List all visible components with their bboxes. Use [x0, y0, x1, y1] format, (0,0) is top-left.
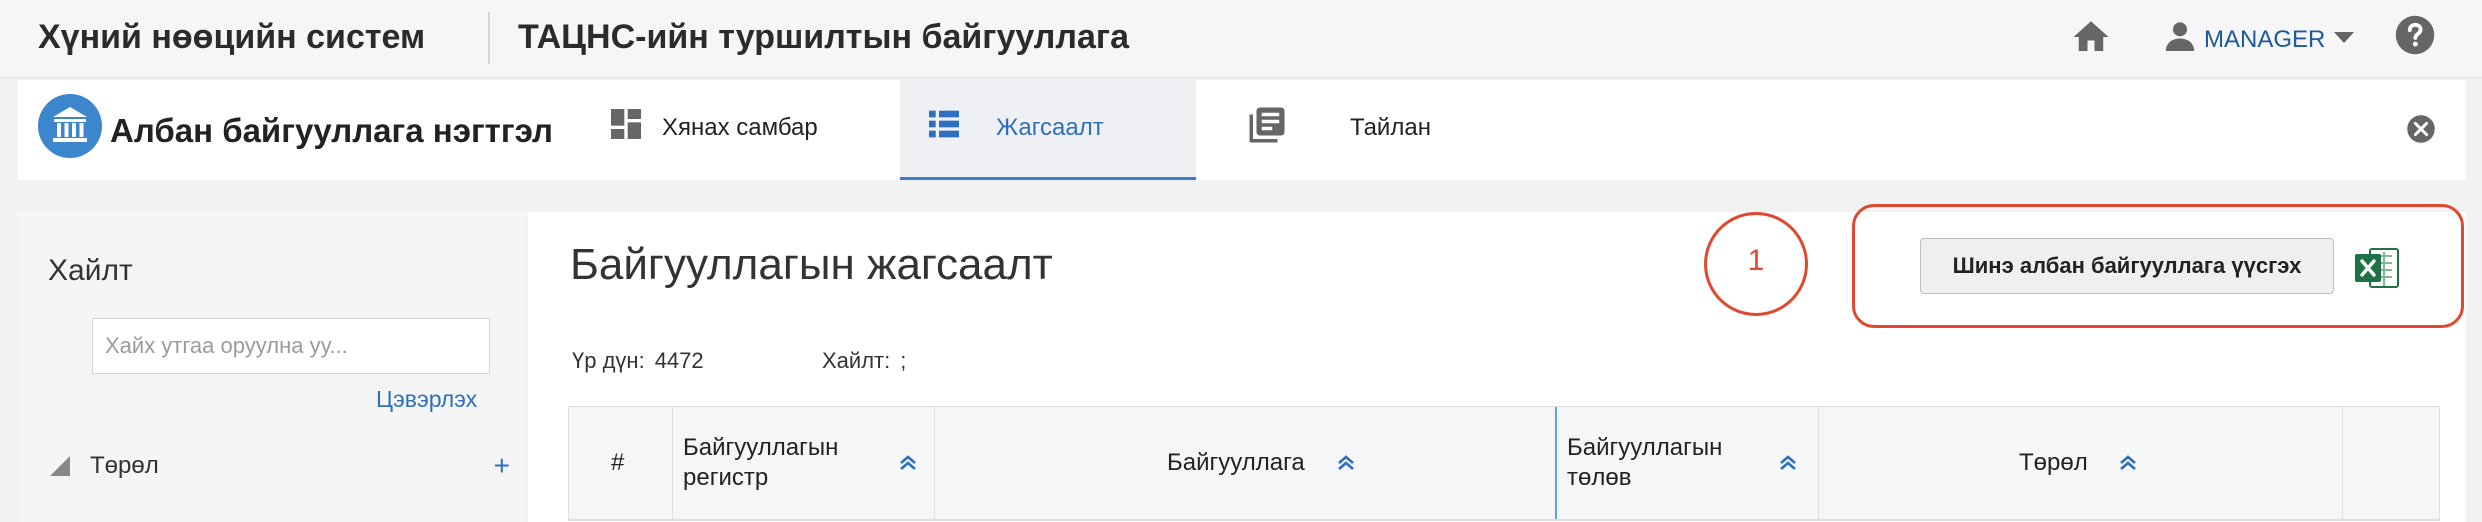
system-title: Хүний нөөцийн систем	[38, 18, 426, 56]
column-label: Байгууллагын регистр	[683, 434, 839, 491]
tab-dashboard-label: Хянах самбар	[662, 114, 818, 141]
home-icon[interactable]	[2070, 16, 2112, 58]
add-type-button[interactable]: +	[494, 450, 510, 482]
close-icon[interactable]	[2406, 114, 2436, 144]
institution-icon	[38, 94, 102, 158]
filter-sidebar: Хайлт Цэвэрлэх Төрөл +	[18, 212, 526, 522]
search-summary-label: Хайлт:	[822, 348, 891, 373]
header-divider	[488, 12, 490, 64]
column-label: #	[611, 449, 625, 476]
search-summary: Хайлт:;	[822, 348, 906, 374]
column-label: Төрөл	[2019, 449, 2088, 476]
excel-export-icon[interactable]	[2354, 246, 2400, 290]
tab-list[interactable]: Жагсаалт	[900, 80, 1196, 180]
column-header-status[interactable]: Байгууллагын төлөв	[1557, 407, 1819, 519]
column-header-organization[interactable]: Байгууллага	[935, 407, 1557, 519]
column-header-type[interactable]: Төрөл	[1819, 407, 2343, 519]
column-header-actions	[2343, 407, 2439, 519]
user-icon[interactable]	[2160, 16, 2200, 56]
collapse-triangle-icon[interactable]	[50, 456, 70, 476]
sort-up-icon[interactable]	[2119, 455, 2137, 471]
sort-up-icon[interactable]	[1779, 455, 1797, 471]
search-input[interactable]	[92, 318, 490, 374]
report-icon	[1249, 107, 1285, 143]
type-filter-label: Төрөл	[90, 452, 159, 479]
column-label: Байгууллага	[1167, 449, 1305, 476]
tab-dashboard[interactable]: Хянах самбар	[590, 80, 890, 180]
module-title: Албан байгууллага нэгтгэл	[110, 112, 553, 149]
column-label: Байгууллагын төлөв	[1567, 434, 1723, 491]
total-count: Үр дүн: 4472	[572, 348, 704, 374]
tab-report-label: Тайлан	[1350, 114, 1431, 141]
type-filter-group[interactable]: Төрөл +	[50, 450, 510, 488]
column-header-number: #	[569, 407, 673, 519]
sort-up-icon[interactable]	[899, 455, 917, 471]
main-content: Байгууллагын жагсаалт 1 Шинэ албан байгу…	[528, 204, 2466, 522]
clear-link[interactable]: Цэвэрлэх	[376, 386, 477, 413]
sort-up-icon[interactable]	[1337, 455, 1355, 471]
dashboard-icon	[611, 109, 641, 139]
tab-report[interactable]: Тайлан	[1204, 80, 1504, 180]
page-title: Байгууллагын жагсаалт	[570, 240, 1053, 289]
tab-list-label: Жагсаалт	[996, 114, 1104, 141]
top-header: Хүний нөөцийн систем ТАЦНС-ийн туршилтын…	[0, 0, 2482, 78]
module-navbar: Албан байгууллага нэгтгэл Хянах самбар Ж…	[18, 80, 2466, 180]
annotation-number: 1	[1747, 244, 1765, 277]
help-icon[interactable]	[2394, 14, 2436, 56]
total-value: 4472	[654, 348, 704, 373]
search-heading: Хайлт	[48, 254, 133, 287]
total-label: Үр дүн:	[572, 348, 645, 373]
create-organization-button[interactable]: Шинэ албан байгууллага үүсгэх	[1920, 238, 2334, 294]
search-summary-value: ;	[900, 348, 907, 373]
column-header-register[interactable]: Байгууллагын регистр	[673, 407, 935, 519]
organization-title: ТАЦНС-ийн туршилтын байгууллага	[518, 18, 1129, 56]
list-icon	[929, 110, 959, 138]
user-menu-name[interactable]: MANAGER	[2204, 26, 2325, 54]
table-header: # Байгууллагын регистр Байгууллага Байгу…	[568, 406, 2440, 520]
caret-down-icon[interactable]	[2334, 32, 2354, 43]
